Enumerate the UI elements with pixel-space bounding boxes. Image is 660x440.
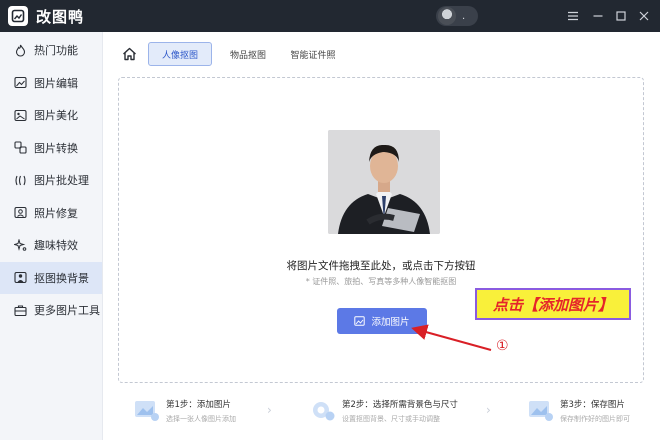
sidebar-item-batch[interactable]: 图片批处理 xyxy=(0,164,102,197)
photo-repair-icon xyxy=(13,206,27,220)
add-image-label: 添加图片 xyxy=(371,317,410,328)
menu-icon[interactable] xyxy=(564,7,582,25)
sidebar-item-label: 更多图片工具 xyxy=(34,304,100,318)
sidebar-item-photo-repair[interactable]: 照片修复 xyxy=(0,197,102,230)
annotation-callout: 点击【添加图片】 xyxy=(475,288,631,320)
tab-portrait-cutout[interactable]: 人像抠图 xyxy=(148,42,212,66)
app-logo-icon xyxy=(8,6,28,26)
sidebar-item-image-beautify[interactable]: 图片美化 xyxy=(0,99,102,132)
user-account[interactable]: . xyxy=(436,6,478,26)
step-title: 第1步：添加图片 xyxy=(166,400,231,410)
image-icon xyxy=(354,316,366,326)
step-3: 第3步：保存图片 保存制作好的图片即可 xyxy=(528,398,630,424)
minimize-icon[interactable] xyxy=(589,7,607,25)
sidebar-item-label: 图片美化 xyxy=(34,109,78,123)
convert-icon xyxy=(13,141,27,155)
tab-object-cutout[interactable]: 物品抠图 xyxy=(218,42,278,66)
sidebar-item-label: 图片编辑 xyxy=(34,76,78,90)
sidebar-item-cutout[interactable]: 抠图换背景 xyxy=(0,261,102,294)
sidebar: 热门功能 图片编辑 图片美化 图片转换 图片批处理 照片修复 趣味特效 抠图换背… xyxy=(0,32,103,440)
sidebar-item-image-edit[interactable]: 图片编辑 xyxy=(0,67,102,100)
chevron-right-icon: › xyxy=(486,403,491,417)
sidebar-item-more-tools[interactable]: 更多图片工具 xyxy=(0,294,102,327)
image-edit-icon xyxy=(13,76,27,90)
sidebar-item-fun-effects[interactable]: 趣味特效 xyxy=(0,229,102,262)
step-desc: 设置抠图背景、尺寸或手动调整 xyxy=(342,415,440,423)
sidebar-item-label: 抠图换背景 xyxy=(34,271,89,285)
step-desc: 选择一张人像图片添加 xyxy=(166,415,236,423)
chevron-right-icon: › xyxy=(267,403,272,417)
sidebar-item-label: 照片修复 xyxy=(34,206,78,220)
batch-icon xyxy=(13,173,27,187)
title-bar: 改图鸭 . xyxy=(0,0,660,32)
step-save-icon xyxy=(529,401,553,421)
user-name: . xyxy=(462,10,466,22)
sample-portrait-image xyxy=(328,130,440,234)
sidebar-item-label: 热门功能 xyxy=(34,44,78,58)
step-image-icon xyxy=(135,401,159,421)
flame-icon xyxy=(13,43,27,57)
step-title: 第2步：选择所需背景色与尺寸 xyxy=(342,400,458,410)
avatar xyxy=(438,7,456,25)
sidebar-item-image-convert[interactable]: 图片转换 xyxy=(0,132,102,165)
steps-bar: 第1步：添加图片 选择一张人像图片添加 › 第2步：选择所需背景色与尺寸 设置抠… xyxy=(104,394,660,440)
step-gear-icon xyxy=(313,402,335,421)
close-icon[interactable] xyxy=(635,7,653,25)
maximize-icon[interactable] xyxy=(612,7,630,25)
step-2: 第2步：选择所需背景色与尺寸 设置抠图背景、尺寸或手动调整 xyxy=(310,398,458,424)
main-panel: 人像抠图 物品抠图 智能证件照 将图片文件拖拽至此处，或点击下方按钮 * 证件照… xyxy=(104,32,660,440)
step-desc: 保存制作好的图片即可 xyxy=(560,415,630,423)
cutout-icon xyxy=(13,271,27,285)
toolbox-icon xyxy=(13,303,27,317)
home-icon[interactable] xyxy=(118,44,140,64)
dropzone-subtitle: * 证件照、旅拍、写真等多种人像智能抠图 xyxy=(305,277,457,286)
step-title: 第3步：保存图片 xyxy=(560,400,625,410)
sidebar-item-label: 趣味特效 xyxy=(34,239,78,253)
app-title: 改图鸭 xyxy=(36,7,85,26)
sidebar-item-label: 图片批处理 xyxy=(34,174,89,188)
image-beautify-icon xyxy=(13,108,27,122)
sparkle-icon xyxy=(13,238,27,252)
dropzone-title: 将图片文件拖拽至此处，或点击下方按钮 xyxy=(286,260,476,272)
sidebar-item-hot[interactable]: 热门功能 xyxy=(0,34,102,67)
annotation-step-marker: ① xyxy=(496,338,509,354)
upload-dropzone[interactable]: 将图片文件拖拽至此处，或点击下方按钮 * 证件照、旅拍、写真等多种人像智能抠图 … xyxy=(118,77,644,383)
sidebar-item-label: 图片转换 xyxy=(34,141,78,155)
tab-id-photo[interactable]: 智能证件照 xyxy=(280,42,346,66)
add-image-button[interactable]: 添加图片 xyxy=(337,308,427,334)
step-1: 第1步：添加图片 选择一张人像图片添加 xyxy=(134,398,236,424)
